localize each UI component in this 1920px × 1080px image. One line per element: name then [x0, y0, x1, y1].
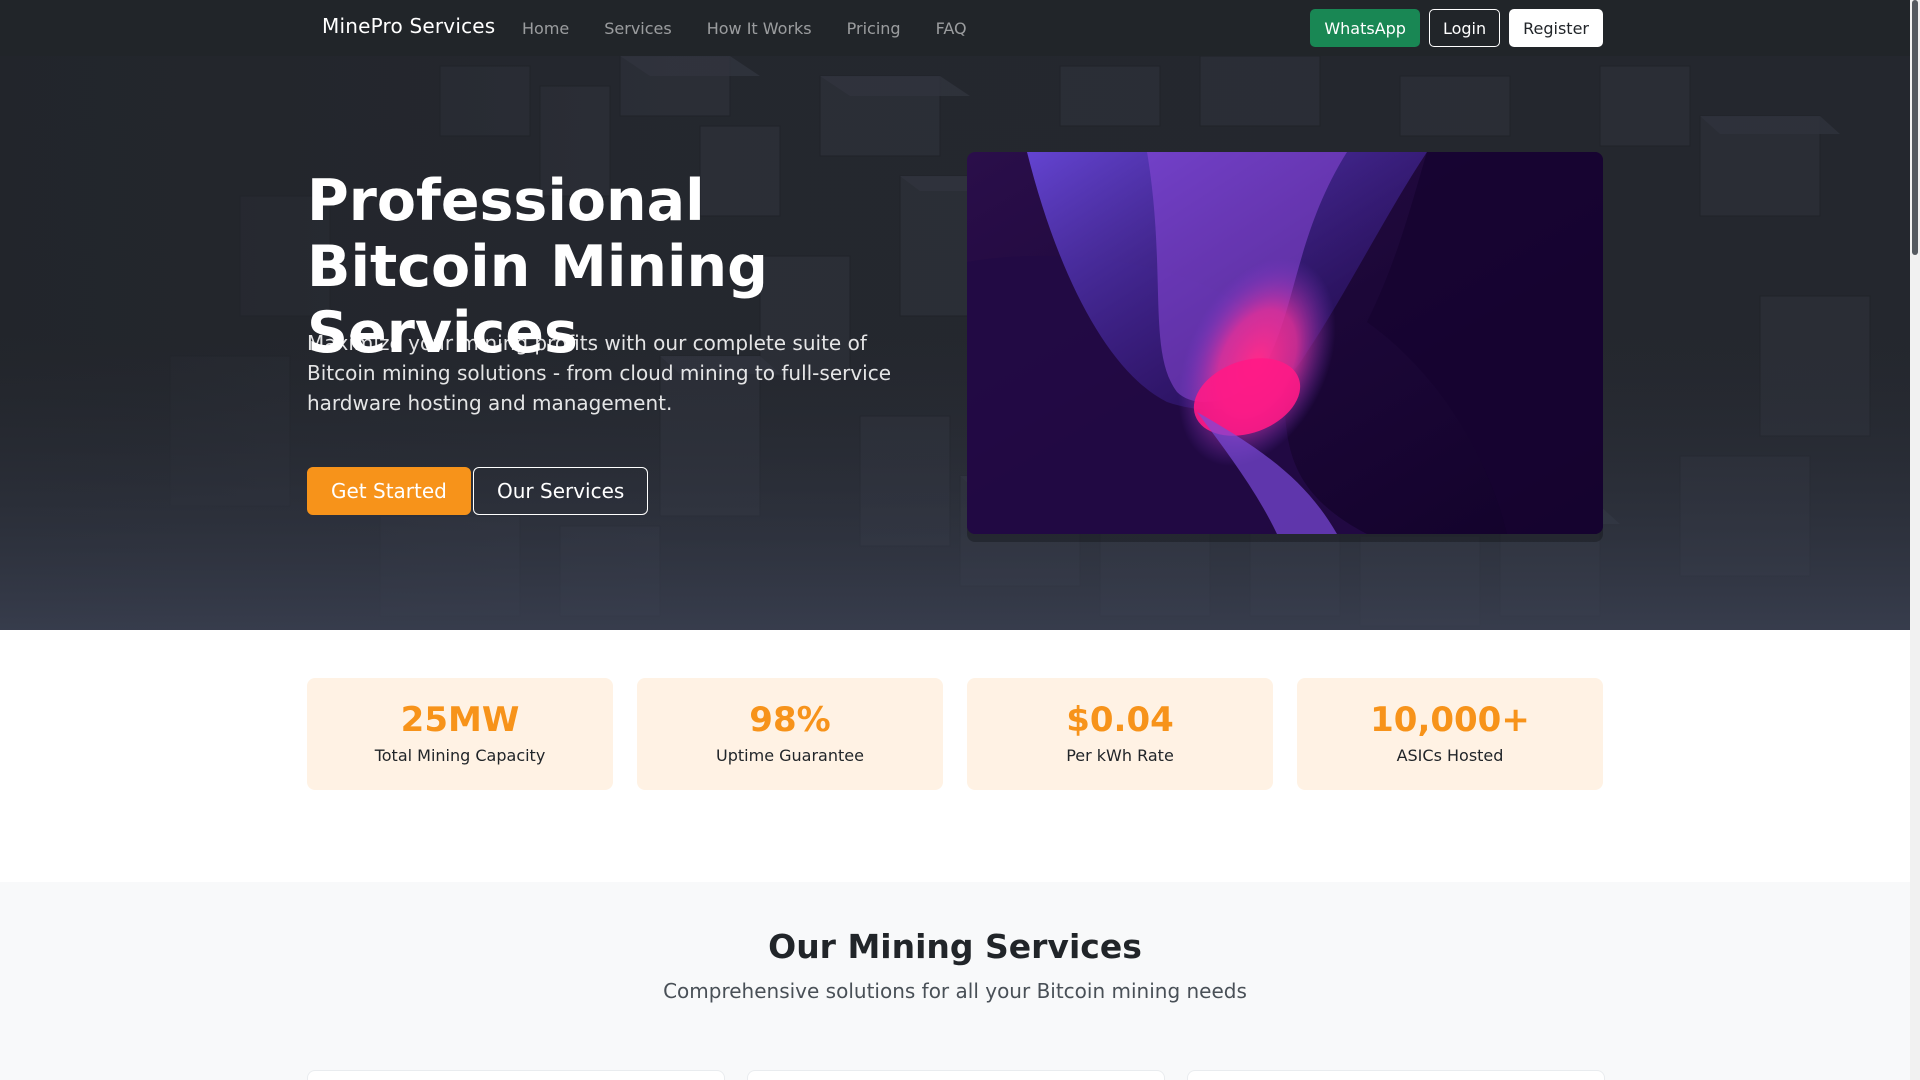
services-subtitle: Comprehensive solutions for all your Bit…	[663, 979, 1247, 1003]
nav-link-home[interactable]: Home	[522, 19, 569, 38]
hero-section: Professional Bitcoin Mining Services Max…	[0, 56, 1910, 630]
scrollbar[interactable]	[1910, 0, 1920, 1080]
get-started-button[interactable]: Get Started	[307, 467, 471, 515]
nav-link-services[interactable]: Services	[604, 19, 671, 38]
nav-link-how-it-works[interactable]: How It Works	[707, 19, 812, 38]
services-title: Our Mining Services	[768, 927, 1142, 966]
stat-card-asics: 10,000+ ASICs Hosted	[1297, 678, 1603, 790]
stat-label: Uptime Guarantee	[716, 746, 864, 765]
scrollbar-thumb[interactable]	[1912, 0, 1918, 255]
nav-link-pricing[interactable]: Pricing	[847, 19, 901, 38]
abstract-gradient-image	[967, 152, 1603, 534]
navbar: MinePro Services Home Services How It Wo…	[0, 0, 1910, 56]
stat-card-rate: $0.04 Per kWh Rate	[967, 678, 1273, 790]
stat-value: 10,000+	[1370, 700, 1530, 740]
hero-lead: Maximize your mining profits with our co…	[307, 331, 892, 415]
login-button[interactable]: Login	[1428, 9, 1501, 47]
service-card[interactable]	[307, 1070, 725, 1080]
service-card[interactable]	[1187, 1070, 1605, 1080]
service-card[interactable]	[747, 1070, 1165, 1080]
stat-value: $0.04	[1066, 700, 1174, 740]
nav-actions: WhatsApp Login Register	[1310, 9, 1603, 47]
register-button[interactable]: Register	[1509, 9, 1603, 47]
services-section: Our Mining Services Comprehensive soluti…	[0, 882, 1910, 1080]
nav-links: Home Services How It Works Pricing FAQ	[522, 19, 1002, 38]
hero-image	[967, 152, 1603, 534]
our-services-button[interactable]: Our Services	[473, 467, 649, 515]
nav-link-faq[interactable]: FAQ	[936, 19, 967, 38]
stat-card-capacity: 25MW Total Mining Capacity	[307, 678, 613, 790]
stats-section: 25MW Total Mining Capacity 98% Uptime Gu…	[0, 630, 1910, 882]
brand-logo[interactable]: MinePro Services	[322, 14, 495, 38]
stat-label: Per kWh Rate	[1066, 746, 1174, 765]
page: MinePro Services Home Services How It Wo…	[0, 0, 1920, 1080]
stat-card-uptime: 98% Uptime Guarantee	[637, 678, 943, 790]
stat-value: 98%	[749, 700, 831, 740]
stat-label: ASICs Hosted	[1396, 746, 1504, 765]
hero-background-cubes	[0, 56, 1910, 630]
whatsapp-button[interactable]: WhatsApp	[1310, 9, 1420, 47]
stat-value: 25MW	[400, 700, 520, 740]
stat-label: Total Mining Capacity	[374, 746, 546, 765]
